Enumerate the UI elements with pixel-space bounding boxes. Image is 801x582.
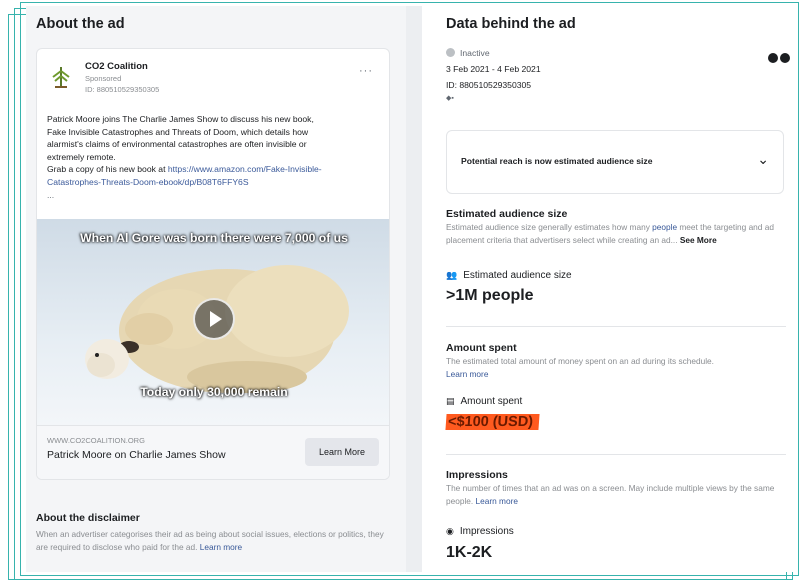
amazon-link[interactable]: https://www.amazon.com/Fake-Invisible- (168, 164, 322, 174)
amount-spent-label: ▤ Amount spent (446, 396, 523, 407)
impressions-learn-more-link[interactable]: Learn more (476, 496, 518, 506)
inactive-status-icon (446, 48, 455, 57)
ad-body-line: alarmist's claims of environmental catas… (47, 139, 307, 150)
ad-body-line: extremely remote. (47, 151, 116, 162)
advertiser-logo-icon[interactable] (47, 63, 75, 91)
image-caption-bottom: Today only 30,000 remain (140, 385, 288, 399)
impressions-title: Impressions (446, 469, 508, 481)
ad-body-line: Patrick Moore joins The Charlie James Sh… (47, 114, 314, 124)
image-caption-top: When Al Gore was born there were 7,000 o… (80, 231, 348, 245)
potential-reach-text: Potential reach is now estimated audienc… (461, 156, 653, 166)
instagram-icon: ◆▪ (446, 95, 454, 102)
sponsored-label: Sponsored (85, 74, 122, 83)
amount-spent-learn-more-link[interactable]: Learn more (446, 369, 488, 379)
ad-id: ID: 880510529350305 (85, 85, 160, 94)
amount-spent-value-wrapper: <$100 (USD) (445, 414, 540, 430)
run-dates: 3 Feb 2021 - 4 Feb 2021 (446, 64, 541, 74)
ad-preview-card: CO2 Coalition Sponsored ID: 880510529350… (36, 48, 390, 480)
people-icon: 👥 (446, 270, 458, 280)
people-link[interactable]: people (652, 222, 677, 232)
ad-footer[interactable]: WWW.CO2COALITION.ORG Patrick Moore on Ch… (37, 425, 389, 479)
amount-spent-description: The estimated total amount of money spen… (446, 356, 714, 379)
amazon-link-continued[interactable]: Catastrophes-Threats-Doom-ebook/dp/B08T6… (47, 177, 249, 187)
ad-body-text: Patrick Moore joins The Charlie James Sh… (47, 113, 383, 201)
library-id: ID: 880510529350305 (446, 80, 532, 90)
chevron-down-icon[interactable]: ⌄ (757, 151, 769, 168)
ad-headline[interactable]: Patrick Moore on Charlie James Show (47, 449, 226, 461)
potential-reach-accordion[interactable]: Potential reach is now estimated audienc… (446, 130, 784, 194)
ad-video-thumbnail[interactable]: When Al Gore was born there were 7,000 o… (37, 219, 389, 425)
section-separator (446, 454, 786, 455)
amount-spent-title: Amount spent (446, 342, 517, 354)
audience-size-label: 👥 Estimated audience size (446, 270, 572, 281)
ad-grab-text: Grab a copy of his new book at (47, 164, 168, 175)
play-icon[interactable] (193, 298, 235, 340)
platform-icons (766, 50, 790, 68)
audience-size-description: Estimated audience size generally estima… (446, 222, 774, 245)
see-more-link[interactable]: See More (680, 235, 717, 245)
impressions-label: ◉ Impressions (446, 526, 514, 537)
disclaimer-text: When an advertiser categorises their ad … (36, 528, 396, 553)
ad-domain: WWW.CO2COALITION.ORG (47, 436, 145, 445)
messenger-icon (780, 53, 790, 63)
section-separator (446, 326, 786, 327)
impressions-value: 1K-2K (446, 544, 493, 561)
more-options-icon[interactable]: ··· (359, 65, 373, 77)
ad-header: CO2 Coalition Sponsored ID: 880510529350… (47, 59, 379, 103)
audience-size-title: Estimated audience size (446, 208, 568, 220)
status-row: Inactive (446, 48, 490, 58)
impressions-description: The number of times that an ad was on a … (446, 483, 775, 506)
disclaimer-learn-more-link[interactable]: Learn more (200, 542, 242, 552)
ad-body-line: Fake Invisible Catastrophes and Threats … (47, 126, 309, 137)
data-behind-the-ad-panel: Data behind the ad Inactive 3 Feb 2021 -… (422, 6, 794, 572)
data-behind-the-ad-title: Data behind the ad (446, 16, 576, 32)
learn-more-button[interactable]: Learn More (305, 438, 379, 466)
advertiser-name[interactable]: CO2 Coalition (85, 61, 148, 72)
disclaimer-title: About the disclaimer (36, 512, 140, 524)
ad-text-ellipsis: ... (47, 189, 55, 200)
panel-divider (406, 6, 422, 572)
amount-spent-value: <$100 (USD) (445, 414, 540, 430)
about-the-ad-title: About the ad (36, 16, 125, 32)
about-the-ad-panel: About the ad CO2 Coalition Sponsored ID:… (26, 6, 406, 572)
audience-size-value: >1M people (446, 287, 534, 304)
money-icon: ▤ (446, 396, 455, 406)
status-text: Inactive (460, 48, 490, 58)
eye-icon: ◉ (446, 526, 454, 536)
facebook-icon (768, 53, 778, 63)
